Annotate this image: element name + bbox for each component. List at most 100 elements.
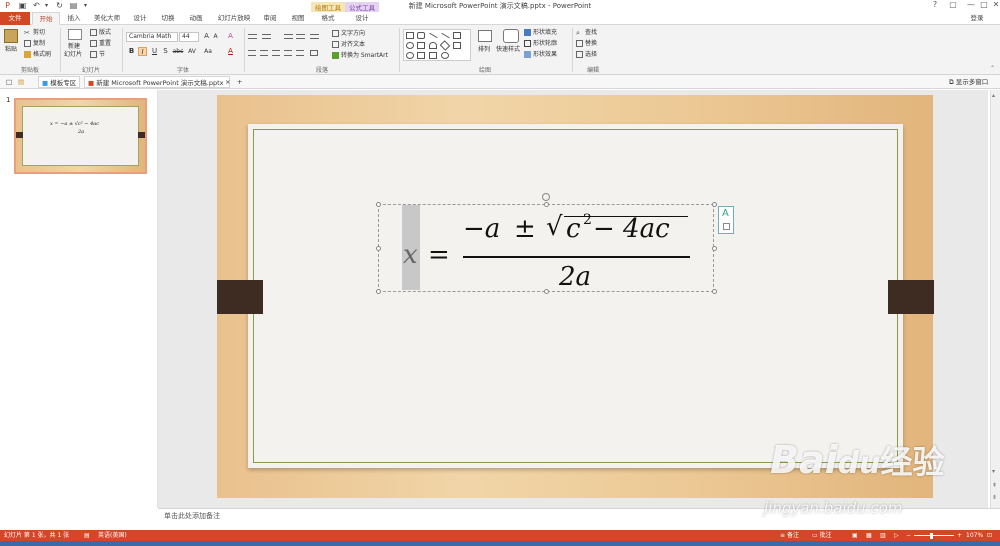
tab-beautify-master[interactable]: 美化大师: [90, 12, 124, 25]
text-direction-button[interactable]: 文字方向: [332, 29, 365, 38]
diamond-shape-icon[interactable]: [439, 40, 451, 51]
scroll-up-icon[interactable]: ▴: [992, 92, 995, 99]
tab-transitions[interactable]: 切换: [156, 12, 180, 25]
pentagon-shape-icon[interactable]: [453, 42, 461, 49]
notes-toggle[interactable]: ≡ 备注: [780, 531, 799, 540]
arrange-icon[interactable]: [478, 30, 492, 42]
oval-shape-icon[interactable]: [406, 42, 414, 49]
cut-button[interactable]: ✂ 剪切: [24, 28, 45, 37]
reading-view-icon[interactable]: ▥: [880, 531, 886, 540]
quick-styles-icon[interactable]: [503, 29, 519, 43]
brace-shape-icon[interactable]: [429, 52, 437, 59]
square-shape-icon[interactable]: [453, 32, 461, 39]
line-spacing-icon[interactable]: [310, 34, 319, 39]
star-shape-icon[interactable]: [441, 52, 449, 59]
shape-outline-button[interactable]: 形状轮廓: [524, 39, 557, 48]
tab-animations[interactable]: 动画: [184, 12, 208, 25]
layout-button[interactable]: 版式: [90, 28, 111, 37]
justify-icon[interactable]: [284, 50, 292, 56]
zoom-level[interactable]: 107%: [966, 531, 983, 540]
resize-handle[interactable]: [544, 202, 549, 207]
find-button[interactable]: ⌕ 查找: [576, 28, 597, 37]
bullets-icon[interactable]: [248, 34, 257, 39]
reset-button[interactable]: 重置: [90, 39, 111, 48]
zoom-slider[interactable]: [914, 535, 954, 536]
resize-handle[interactable]: [376, 246, 381, 251]
bracket-shape-icon[interactable]: [417, 52, 425, 59]
char-spacing-button[interactable]: AV: [186, 47, 198, 56]
resize-handle[interactable]: [376, 289, 381, 294]
grow-font-button[interactable]: A: [202, 32, 211, 41]
document-tab[interactable]: ■ 新建 Microsoft PowerPoint 演示文稿.pptx: [84, 76, 230, 88]
new-slide-icon[interactable]: [68, 29, 82, 40]
shapes-gallery[interactable]: [403, 29, 471, 61]
arc-shape-icon[interactable]: [429, 42, 437, 49]
align-center-icon[interactable]: [260, 50, 268, 56]
line-shape-icon[interactable]: [429, 32, 438, 39]
layout-options-icon[interactable]: [723, 223, 730, 230]
bold-button[interactable]: B: [127, 47, 136, 56]
decrease-indent-icon[interactable]: [284, 34, 293, 39]
select-button[interactable]: 选择: [576, 50, 597, 59]
font-size-select[interactable]: 44: [179, 32, 199, 42]
resize-handle[interactable]: [712, 246, 717, 251]
tab-design[interactable]: 设计: [128, 12, 152, 25]
tab-view[interactable]: 视图: [286, 12, 310, 25]
columns-icon[interactable]: [310, 50, 318, 56]
language-status[interactable]: 英语(美国): [98, 531, 127, 540]
ribbon-display-button[interactable]: ▢: [944, 0, 962, 11]
template-zone-tab[interactable]: ■ 模板专区: [38, 76, 81, 88]
section-button[interactable]: 节: [90, 50, 105, 59]
arrow-shape-icon[interactable]: [441, 32, 450, 39]
resize-handle[interactable]: [712, 289, 717, 294]
show-multi-window-button[interactable]: ⧉ 显示多窗口: [946, 76, 991, 88]
shrink-font-button[interactable]: A: [211, 32, 220, 41]
rotate-handle-icon[interactable]: [542, 193, 550, 201]
rectangle-shape-icon[interactable]: [406, 32, 414, 39]
italic-button[interactable]: I: [138, 47, 147, 56]
tab-slideshow[interactable]: 幻灯片放映: [213, 12, 255, 25]
copy-button[interactable]: 复制: [24, 39, 45, 48]
shape-effects-button[interactable]: 形状效果: [524, 50, 557, 59]
tab-file[interactable]: 文件: [0, 12, 30, 25]
resize-handle[interactable]: [712, 202, 717, 207]
slide-thumbnail[interactable]: x = −a ± √c² − 4ac 2a: [14, 98, 147, 174]
font-name-select[interactable]: Cambria Math: [126, 32, 178, 42]
tab-equation-design[interactable]: 设计: [348, 12, 376, 25]
align-left-icon[interactable]: [248, 50, 256, 56]
shadow-button[interactable]: S: [161, 47, 170, 56]
collapse-ribbon-icon[interactable]: ⌃: [990, 65, 998, 73]
login-link[interactable]: 登录: [962, 12, 992, 25]
smartart-button[interactable]: 转换为 SmartArt: [332, 51, 388, 60]
normal-view-icon[interactable]: ▣: [852, 531, 858, 540]
folder-icon[interactable]: ▤: [15, 76, 27, 88]
change-case-button[interactable]: Aa: [202, 47, 214, 56]
tab-review[interactable]: 审阅: [258, 12, 282, 25]
new-document-icon[interactable]: □: [3, 76, 15, 88]
resize-handle[interactable]: [376, 202, 381, 207]
close-button[interactable]: ✕: [987, 0, 1000, 11]
increase-indent-icon[interactable]: [296, 34, 305, 39]
format-painter-button[interactable]: 格式刷: [24, 50, 51, 59]
close-tab-button[interactable]: ×: [222, 76, 233, 88]
zoom-slider-thumb[interactable]: [930, 533, 933, 539]
paste-button[interactable]: 粘贴: [5, 45, 17, 54]
add-tab-button[interactable]: +: [234, 76, 245, 88]
arrange-button[interactable]: 排列: [478, 45, 490, 54]
strikethrough-button[interactable]: abc: [172, 47, 184, 56]
equation-options-badge[interactable]: A: [718, 206, 734, 234]
slideshow-icon[interactable]: ▷: [894, 531, 899, 540]
shape-fill-button[interactable]: 形状填充: [524, 28, 557, 37]
tab-home[interactable]: 开始: [32, 12, 60, 25]
slide-sorter-icon[interactable]: ▦: [866, 531, 872, 540]
paste-icon[interactable]: [4, 29, 18, 43]
align-text-button[interactable]: 对齐文本: [332, 40, 365, 49]
quick-styles-button[interactable]: 快速样式: [496, 45, 520, 54]
rounded-rect-shape-icon[interactable]: [417, 32, 425, 39]
underline-button[interactable]: U: [150, 47, 159, 56]
distributed-icon[interactable]: [296, 50, 304, 56]
spellcheck-icon[interactable]: ▤: [84, 531, 90, 540]
help-button[interactable]: ?: [926, 0, 944, 11]
zoom-out-icon[interactable]: −: [906, 531, 911, 540]
zoom-in-icon[interactable]: +: [957, 531, 962, 540]
